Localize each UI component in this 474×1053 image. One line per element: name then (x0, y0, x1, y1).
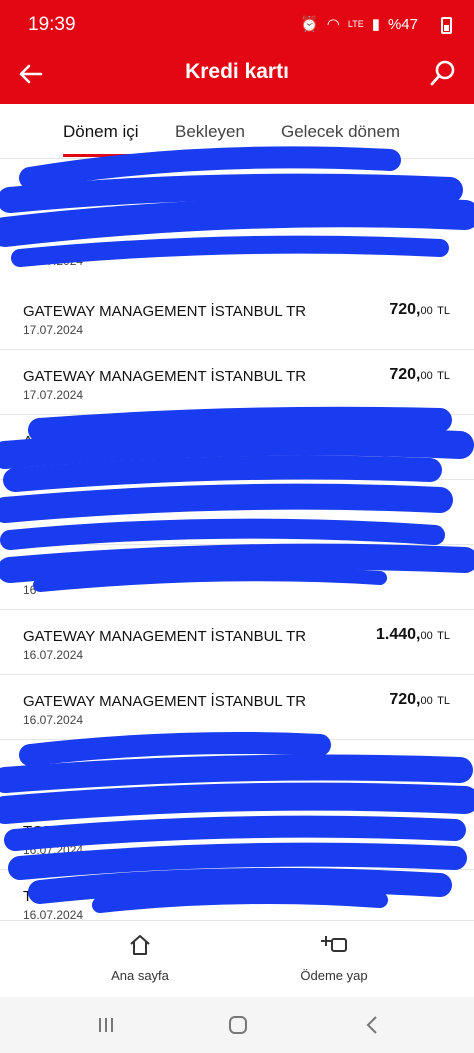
merchant-name: TOPL (23, 823, 62, 840)
nav-payment-label: Ödeme yap (300, 968, 368, 983)
merchant-name: GATEWAY MANAGEMENT İSTANBUL TR (23, 303, 307, 320)
payment-icon (321, 936, 347, 952)
transaction-amount: 720,00 TL (389, 366, 450, 383)
merchant-name: GATEWAY MANAGEMENT İSTANBUL TR (23, 693, 307, 710)
transaction-row[interactable]: TL (0, 480, 474, 545)
transaction-row[interactable]: AĞ TL (0, 415, 474, 480)
transaction-date: 17.07.2024 (23, 254, 84, 268)
transaction-row[interactable]: GATEWAY MANAGEMENT İSTANBUL TR 17.07.202… (0, 285, 474, 350)
merchant-name: T (23, 888, 33, 905)
transaction-row[interactable]: ŞOK 10601 ANTALYA 16 (0, 545, 474, 610)
nav-home-label: Ana sayfa (111, 968, 169, 983)
status-time: 19:39 (28, 14, 76, 35)
merchant-name: AĞ (23, 433, 45, 450)
transaction-row[interactable]: TOPL 16.07.2024 (0, 805, 474, 870)
search-icon[interactable] (428, 58, 458, 88)
wifi-icon: ◠ (326, 16, 340, 33)
network-label: LTE (347, 19, 364, 29)
transaction-row[interactable]: GATEWAY MANAGEMENT İSTANBUL TR 16.07.202… (0, 675, 474, 740)
transaction-row[interactable]: GATEWAY MANAGEMENT İSTANBUL TR 17.07.202… (0, 350, 474, 415)
battery-icon (441, 17, 452, 34)
transaction-row[interactable]: T 16.07.2024 (0, 870, 474, 920)
transaction-date: 16.07.2024 (23, 843, 84, 857)
signal-icon: ▮ (371, 16, 380, 33)
recent-apps-icon[interactable] (94, 1013, 118, 1037)
nav-payment[interactable]: Ödeme yap (274, 933, 394, 983)
page-title: Kredi kartı (185, 60, 289, 83)
home-icon (130, 935, 150, 955)
transaction-date: 16 (23, 583, 37, 597)
transaction-list: WA 17.07.2024 GATEWAY MANAGEMENT İSTANBU… (0, 158, 474, 920)
status-bar: 19:39 ⏰ ◠ LTE ▮ %47 (0, 0, 474, 50)
transaction-amount: 720,00 TL (389, 691, 450, 708)
tab-bar: Dönem içi Bekleyen Gelecek dönem (0, 104, 474, 159)
alarm-icon: ⏰ (300, 16, 319, 33)
merchant-name: GATEWAY MANAGEMENT İSTANBUL TR (23, 368, 307, 385)
home-button-icon[interactable] (226, 1013, 250, 1037)
transaction-row[interactable]: GATEWAY MANAGEMENT İSTANBUL TR 16.07.202… (0, 610, 474, 675)
transaction-amount: TL (437, 435, 450, 447)
transaction-date: 17.07.2024 (23, 323, 84, 337)
tab-bekleyen[interactable]: Bekleyen (175, 122, 245, 142)
transaction-row[interactable] (0, 740, 474, 805)
merchant-name: GATEWAY MANAGEMENT İSTANBUL TR (23, 628, 307, 645)
merchant-name: ŞOK 10601 ANTALYA (23, 563, 169, 580)
transaction-amount: TL (437, 500, 450, 512)
tab-gelecek-donem[interactable]: Gelecek dönem (281, 122, 400, 142)
battery-percent: %47 (387, 15, 418, 33)
transaction-row[interactable]: WA 17.07.2024 (0, 158, 474, 268)
system-nav-bar (0, 997, 474, 1053)
tab-donem-ici[interactable]: Dönem içi (63, 122, 139, 142)
merchant-name: WA (23, 176, 47, 193)
status-icons: ⏰ ◠ LTE ▮ %47 (300, 15, 418, 34)
active-tab-indicator (63, 154, 147, 157)
transaction-date: 16.07.2024 (23, 713, 84, 727)
nav-home[interactable]: Ana sayfa (80, 933, 200, 983)
transaction-date: 16.07.2024 (23, 908, 84, 920)
bottom-nav: Ana sayfa Ödeme yap (0, 920, 474, 998)
back-button-icon[interactable] (360, 1013, 384, 1037)
transaction-date: 16.07.2024 (23, 648, 84, 662)
transaction-date: 17.07.2024 (23, 388, 84, 402)
transaction-amount: 1.440,00 TL (375, 626, 450, 643)
transaction-amount: 720,00 TL (389, 301, 450, 318)
app-bar: Kredi kartı (0, 50, 474, 104)
